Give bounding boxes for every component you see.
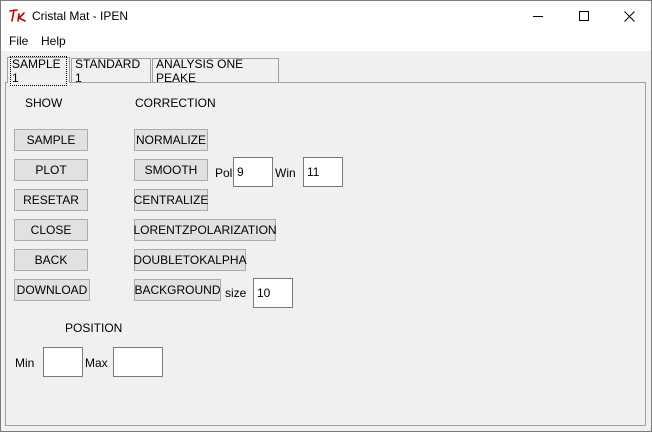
app-window: Cristal Mat - IPEN File Help SAMPLE 1 ST… (0, 0, 652, 432)
max-input[interactable] (117, 355, 162, 369)
maximize-icon (579, 11, 589, 21)
win-label: Win (275, 166, 296, 180)
maximize-button[interactable] (561, 1, 607, 31)
min-field[interactable] (43, 347, 83, 377)
close-button[interactable] (606, 1, 652, 31)
menu-bar: File Help (1, 31, 651, 51)
tab-label: STANDARD 1 (75, 56, 141, 85)
size-field[interactable] (253, 278, 293, 308)
centralize-button[interactable]: CENTRALIZE (134, 189, 208, 211)
win-input[interactable] (307, 165, 342, 179)
window-title: Cristal Mat - IPEN (32, 9, 129, 23)
minimize-button[interactable] (515, 1, 561, 31)
tab-sample-1[interactable]: SAMPLE 1 (7, 55, 70, 86)
tk-feather-icon (9, 8, 27, 24)
win-field[interactable] (303, 157, 343, 187)
background-button[interactable]: BACKGROUND (134, 279, 221, 301)
minimize-icon (533, 11, 543, 21)
show-heading: SHOW (25, 96, 63, 110)
min-label: Min (15, 356, 35, 370)
tab-label: ANALYSIS ONE PEAKE (156, 56, 244, 85)
tab-label: SAMPLE 1 (10, 55, 67, 86)
lorentzpolarization-button[interactable]: LORENTZPOLARIZATION (133, 219, 277, 241)
menu-file[interactable]: File (9, 34, 28, 48)
normalize-button[interactable]: NORMALIZE (134, 129, 208, 151)
download-button[interactable]: DOWNLOAD (14, 279, 90, 301)
size-label: size (225, 286, 247, 300)
pol-label: Pol (215, 166, 233, 180)
back-button[interactable]: BACK (14, 249, 88, 271)
tab-panel (5, 82, 646, 426)
plot-button[interactable]: PLOT (14, 159, 88, 181)
resetar-button[interactable]: RESETAR (14, 189, 88, 211)
title-bar[interactable]: Cristal Mat - IPEN (1, 1, 651, 31)
tab-analysis-one-peake[interactable]: ANALYSIS ONE PEAKE (152, 56, 279, 85)
position-heading: POSITION (65, 321, 123, 335)
doubletokalpha-button[interactable]: DOUBLETOKALPHA (133, 249, 247, 271)
max-label: Max (85, 356, 108, 370)
min-input[interactable] (47, 355, 82, 369)
pol-field[interactable] (233, 157, 273, 187)
max-field[interactable] (113, 347, 163, 377)
sample-button[interactable]: SAMPLE (14, 129, 88, 151)
size-input[interactable] (257, 286, 292, 300)
smooth-button[interactable]: SMOOTH (134, 159, 208, 181)
close-icon (623, 10, 635, 22)
pol-input[interactable] (237, 165, 272, 179)
menu-help[interactable]: Help (41, 34, 66, 48)
correction-heading: CORRECTION (135, 96, 216, 110)
close-app-button[interactable]: CLOSE (14, 219, 88, 241)
tab-standard-1[interactable]: STANDARD 1 (71, 56, 151, 85)
